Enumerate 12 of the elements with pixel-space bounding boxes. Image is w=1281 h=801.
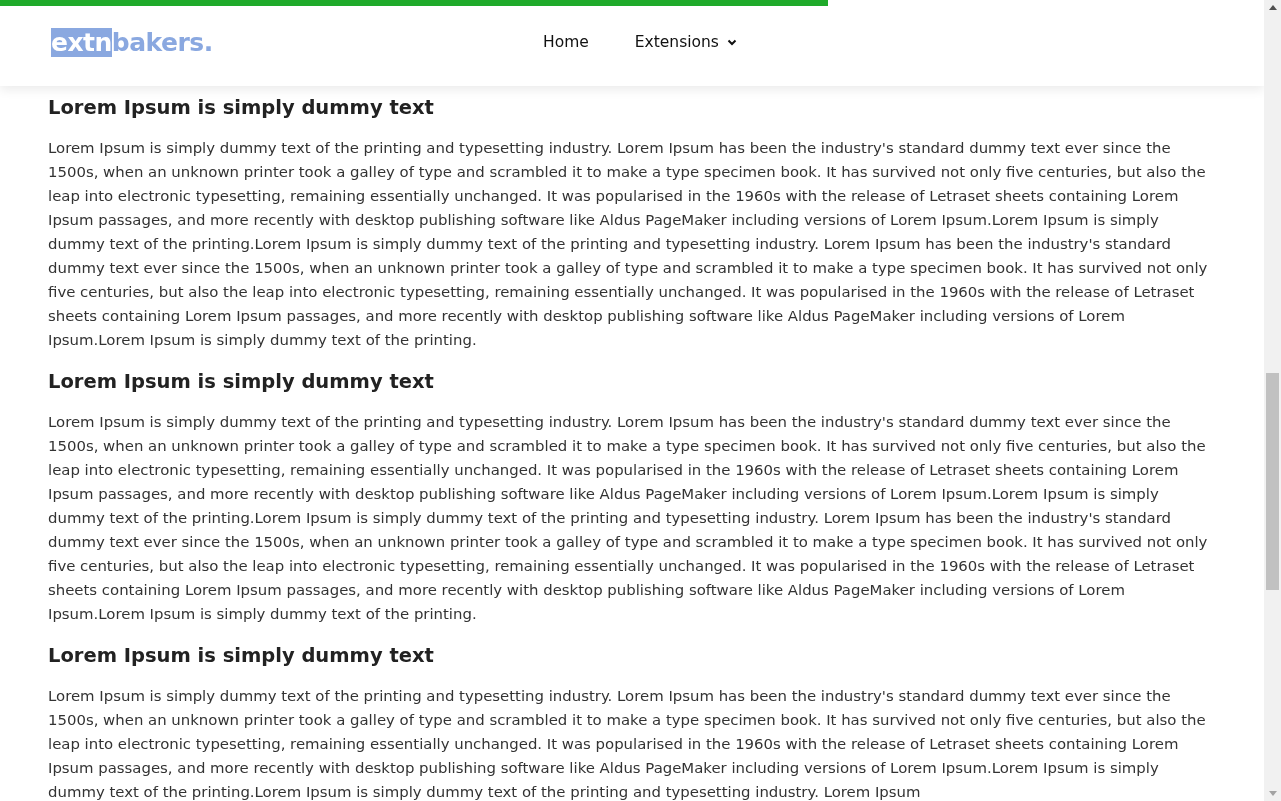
scroll-down-icon[interactable] xyxy=(1268,791,1277,796)
section-heading: Lorem Ipsum is simply dummy text xyxy=(48,643,435,669)
chevron-down-icon xyxy=(726,38,737,46)
section-heading: Lorem Ipsum is simply dummy text xyxy=(48,95,435,121)
section-paragraph: Lorem Ipsum is simply dummy text of the printing and typesetting industry. Lorem Ipsum has been the industry's standard dummy text ever since the 1500s, when an unknown printer took a galley of type and scrambled it to make a type specimen book. It has survived not only five centuries, but also the leap into electronic typesetting, remaining essentially unchanged. It was popularised in the 1960s with the release of Letraset sheets containing Lorem Ipsum passages, and more recently with desktop publishing software like Aldus PageMaker including versions of Lorem Ipsum.Lorem Ipsum is simply dummy text of the printing.Lorem Ipsum is simply dummy text of the printing and typesetting industry. Lorem Ipsum xyxy=(48,686,1207,801)
nav-link[interactable]: Home xyxy=(543,31,589,53)
scrollbar-thumb[interactable] xyxy=(1266,373,1279,590)
section-heading: Lorem Ipsum is simply dummy text xyxy=(48,369,435,395)
scroll-up-icon[interactable] xyxy=(1268,5,1277,10)
nav-dropdown[interactable]: Extensions xyxy=(634,31,737,53)
section-paragraph: Lorem Ipsum is simply dummy text of the printing and typesetting industry. Lorem Ipsum has been the industry's standard dummy text ever since the 1500s, when an unknown printer took a galley of type and scrambled it to make a type specimen book. It has survived not only five centuries, but also the leap into electronic typesetting, remaining essentially unchanged. It was popularised in the 1960s with the release of Letraset sheets containing Lorem Ipsum passages, and more recently with desktop publishing software like Aldus PageMaker including versions of Lorem Ipsum.Lorem Ipsum is simply dummy text of the printing.Lorem Ipsum is simply dummy text of the printing and typesetting industry. Lorem Ipsum has been the industry's standard dummy text ever since the 1500s, when an unknown printer took a galley of type and scrambled it to make a type specimen book. It has survived not only five centuries, but also the leap into electronic typesetting, remaining essentially unchanged. It was popularised in the 1960s with the release of Letraset sheets containing Lorem Ipsum passages, and more recently with desktop publishing software like Aldus PageMaker including versions of Lorem Ipsum.Lorem Ipsum is simply dummy text of the printing. xyxy=(48,412,1209,625)
section-paragraph: Lorem Ipsum is simply dummy text of the printing and typesetting industry. Lorem Ipsum has been the industry's standard dummy text ever since the 1500s, when an unknown printer took a galley of type and scrambled it to make a type specimen book. It has survived not only five centuries, but also the leap into electronic typesetting, remaining essentially unchanged. It was popularised in the 1960s with the release of Letraset sheets containing Lorem Ipsum passages, and more recently with desktop publishing software like Aldus PageMaker including versions of Lorem Ipsum.Lorem Ipsum is simply dummy text of the printing.Lorem Ipsum is simply dummy text of the printing and typesetting industry. Lorem Ipsum has been the industry's standard dummy text ever since the 1500s, when an unknown printer took a galley of type and scrambled it to make a type specimen book. It has survived not only five centuries, but also the leap into electronic typesetting, remaining essentially unchanged. It was popularised in the 1960s with the release of Letraset sheets containing Lorem Ipsum passages, and more recently with desktop publishing software like Aldus PageMaker including versions of Lorem Ipsum.Lorem Ipsum is simply dummy text of the printing. xyxy=(48,138,1209,351)
